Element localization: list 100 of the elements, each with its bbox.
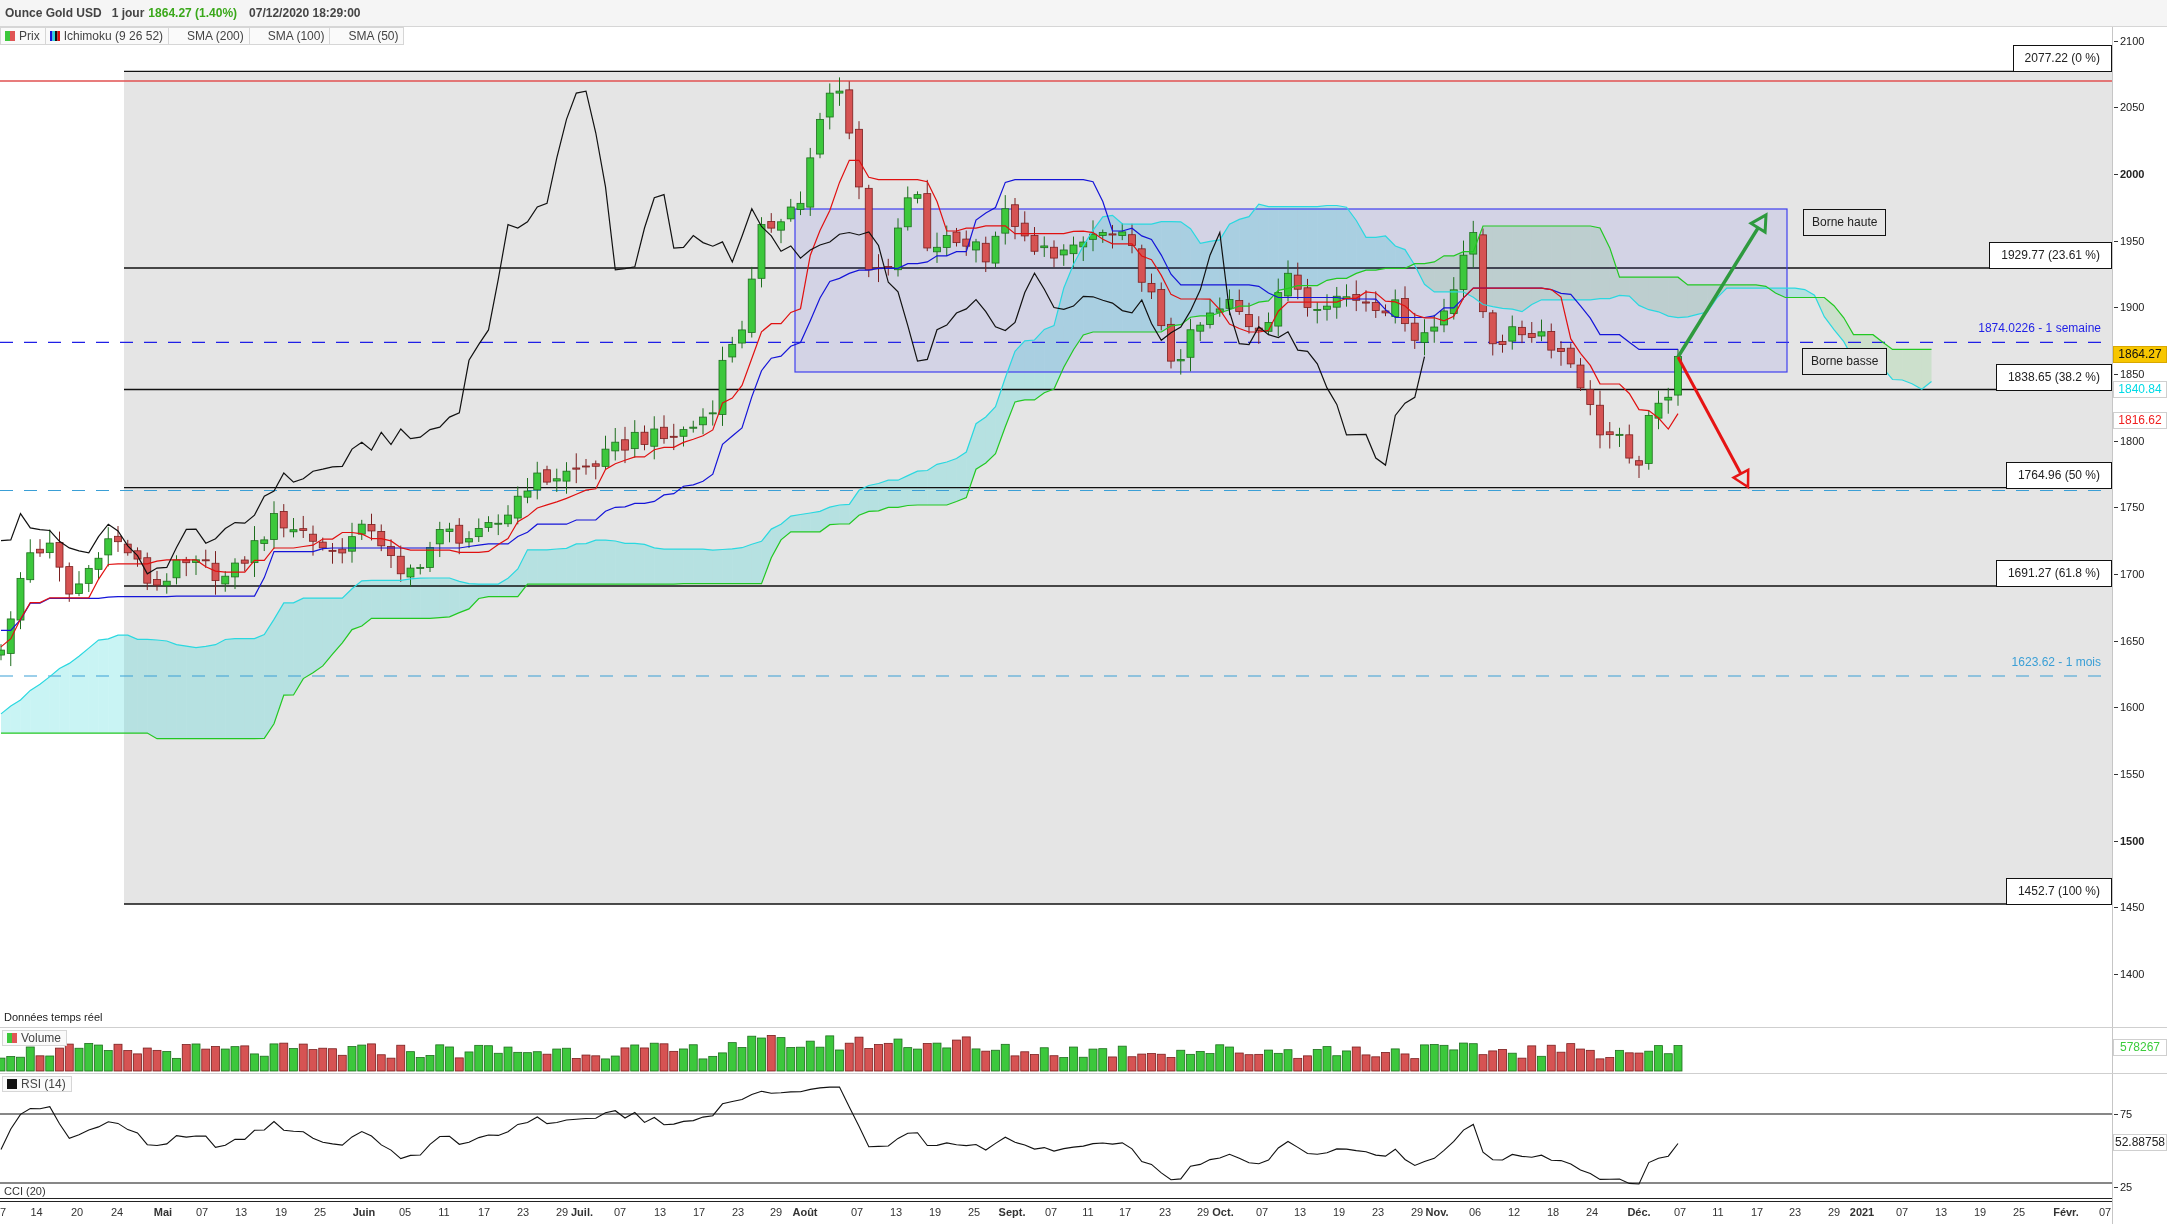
price-value-badge: 1816.62 [2113, 412, 2167, 429]
price-axis-label: 1500 [2114, 834, 2145, 848]
date-axis-label: 17 [692, 1205, 706, 1219]
price-axis-label: 2000 [2114, 167, 2145, 181]
date-axis-label: 07 [850, 1205, 864, 1219]
date-axis-label: 24 [110, 1205, 124, 1219]
date-axis-label: 19 [274, 1205, 288, 1219]
date-axis-label: 07 [1895, 1205, 1909, 1219]
date-axis-label: 23 [731, 1205, 745, 1219]
date-axis-label: 12 [1507, 1205, 1521, 1219]
fibonacci-level-label: 1764.96 (50 %) [2005, 461, 2112, 489]
date-axis-label: 11 [1082, 1205, 1094, 1219]
date-axis-label: 25 [313, 1205, 327, 1219]
fibonacci-level-label: 1691.27 (61.8 %) [1995, 560, 2112, 587]
indicator-legend-item[interactable]: Ichimoku (9 26 52) [44, 27, 170, 45]
date-axis-label: Juil. [571, 1205, 593, 1219]
price-axis-label: 1400 [2114, 967, 2145, 981]
reference-line-label: 1874.0226 - 1 semaine [1978, 321, 2101, 336]
rsi-value-badge: 52.88758 [2113, 1134, 2167, 1151]
indicator-legend-item[interactable]: SMA (200) [168, 27, 250, 45]
price-change: 1864.27 (1.40%) [148, 6, 238, 20]
date-axis-label: 13 [653, 1205, 667, 1219]
date-axis-label: 29 [1410, 1205, 1424, 1219]
date-axis-label: Août [792, 1205, 818, 1219]
price-axis-label: 1650 [2114, 634, 2145, 648]
date-axis-label: 07 [1044, 1205, 1058, 1219]
date-axis-label: 13 [1934, 1205, 1948, 1219]
date-axis-label: 29 [1196, 1205, 1210, 1219]
date-axis-label: 07 [195, 1205, 209, 1219]
date-axis-label: 05 [398, 1205, 412, 1219]
date-axis-label: 29 [769, 1205, 783, 1219]
color-square-icon [7, 1079, 17, 1089]
indicator-legend-item[interactable]: SMA (50) [329, 27, 405, 45]
date-axis-label: 23 [1788, 1205, 1802, 1219]
date-axis-label: 25 [2012, 1205, 2026, 1219]
date-axis-label: 11 [1712, 1205, 1724, 1219]
annotation-label: Borne haute [1803, 209, 1887, 236]
date-axis-label: 07 [1255, 1205, 1269, 1219]
date-axis-label: 7 [0, 1205, 7, 1219]
timestamp: 07/12/2020 18:29:00 [249, 6, 361, 20]
indicator-legend-item[interactable]: Prix [0, 27, 46, 45]
indicator-legend-item[interactable]: SMA (100) [248, 27, 331, 45]
volume-value-badge: 578267 [2113, 1039, 2167, 1056]
date-axis-label: Nov. [1425, 1205, 1449, 1219]
date-axis-label: 20 [70, 1205, 84, 1219]
price-value-badge: 1840.84 [2113, 381, 2167, 398]
price-axis-label: 1700 [2114, 567, 2145, 581]
date-axis-label: 07 [613, 1205, 627, 1219]
date-axis-label: Juin [352, 1205, 376, 1219]
candle-colors-icon [5, 31, 15, 41]
date-axis-label: Févr. [2053, 1205, 2079, 1219]
date-axis-label: 17 [1750, 1205, 1764, 1219]
date-axis-label: 19 [1332, 1205, 1346, 1219]
date-axis-label: 13 [234, 1205, 248, 1219]
color-stripes-icon [49, 31, 60, 41]
date-axis-label: 17 [1118, 1205, 1132, 1219]
date-axis-label: 23 [1371, 1205, 1385, 1219]
date-axis-label: 06 [1468, 1205, 1482, 1219]
date-axis-label: Oct. [1212, 1205, 1234, 1219]
reference-line-label: 1623.62 - 1 mois [2011, 655, 2101, 669]
legend-text: Volume [21, 1031, 62, 1045]
fibonacci-level-label: 1452.7 (100 %) [2005, 878, 2112, 905]
date-axis-label: 19 [928, 1205, 942, 1219]
date-axis-label: 13 [1293, 1205, 1307, 1219]
date-axis-label: 19 [1973, 1205, 1987, 1219]
timeframe-label: 1 jour [111, 6, 145, 20]
fibonacci-level-label: 2077.22 (0 %) [2012, 45, 2112, 73]
date-axis-label: 23 [1158, 1205, 1172, 1219]
date-axis-label: 11 [438, 1205, 450, 1219]
price-axis-label: 1950 [2114, 234, 2145, 248]
date-axis-label: 18 [1546, 1205, 1560, 1219]
rsi-axis-label: 25 [2114, 1180, 2133, 1194]
fibonacci-level-label: 1838.65 (38.2 %) [1995, 363, 2112, 391]
price-axis-label: 1850 [2114, 367, 2145, 381]
price-axis-label: 2100 [2114, 34, 2145, 48]
instrument-title: Ounce Gold USD [5, 6, 102, 20]
cci-legend: CCI (20) [4, 1185, 46, 1197]
date-axis-label: 24 [1585, 1205, 1599, 1219]
candle-colors-icon [7, 1033, 17, 1043]
fibonacci-level-label: 1929.77 (23.61 %) [1989, 242, 2112, 269]
date-axis-label: 14 [30, 1205, 43, 1219]
date-axis-label: 07 [1673, 1205, 1687, 1219]
price-axis-label: 1800 [2114, 434, 2145, 448]
date-axis-label: 17 [477, 1205, 491, 1219]
rsi-axis-label: 75 [2114, 1107, 2133, 1121]
date-axis-label: 29 [555, 1205, 569, 1219]
date-axis-label: 2021 [1849, 1205, 1875, 1219]
date-axis-label: 07 [2098, 1205, 2112, 1219]
legend-text: RSI (14) [21, 1077, 66, 1091]
date-axis-label: 13 [889, 1205, 903, 1219]
date-axis-label: Sept. [998, 1205, 1026, 1219]
date-axis-label: 25 [967, 1205, 981, 1219]
date-axis-label: Mai [153, 1205, 173, 1219]
date-axis-label: 29 [1827, 1205, 1841, 1219]
price-axis-label: 1550 [2114, 767, 2145, 781]
annotation-label: Borne basse [1802, 348, 1888, 375]
price-value-badge: 1864.27 [2113, 346, 2167, 363]
data-notice: Données temps réel [4, 1011, 103, 1024]
date-axis-label: Déc. [1627, 1205, 1651, 1219]
date-axis-label: 23 [516, 1205, 530, 1219]
